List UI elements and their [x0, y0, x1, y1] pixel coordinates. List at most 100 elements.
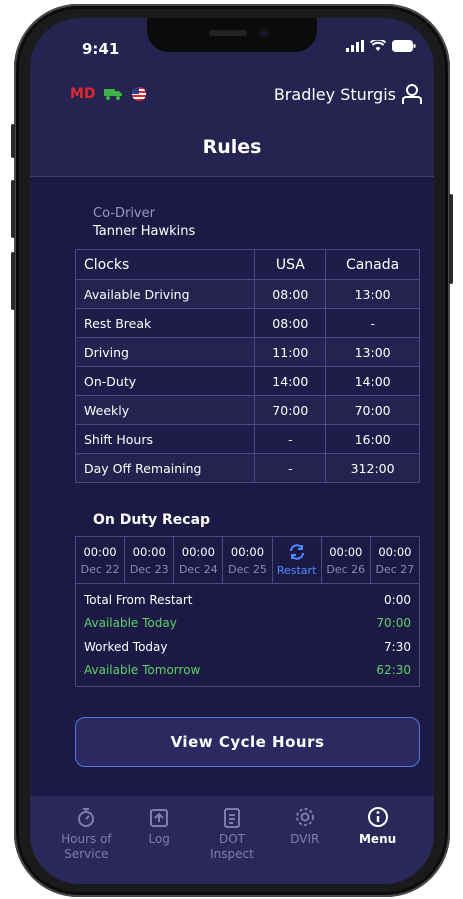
codriver-label: Co-Driver [93, 206, 155, 221]
usa-value: 08:00 [254, 308, 327, 338]
clock-name: Shift Hours [74, 424, 256, 454]
recap-panel: 00:00 Dec 22 00:00 Dec 23 00:00 Dec 24 0… [75, 536, 420, 687]
clock-name: Weekly [74, 395, 256, 425]
table-row: Driving 11:00 13:00 [74, 337, 420, 367]
battery-icon [392, 40, 416, 52]
canada-value: - [325, 308, 420, 338]
clock-name: Available Driving [74, 279, 256, 309]
top-bar: MD Bradley Sturgis [70, 80, 422, 108]
day-date: Dec 24 [178, 562, 218, 576]
notch [147, 18, 317, 52]
clock-name: On-Duty [74, 366, 256, 396]
day-hours: 00:00 [83, 544, 117, 559]
codriver-name: Tanner Hawkins [93, 224, 196, 239]
recap-day-restart[interactable]: Restart [273, 537, 322, 583]
user-icon[interactable] [402, 83, 422, 105]
table-header: Canada [325, 249, 420, 280]
volume-up-button [11, 180, 15, 238]
recap-day: 00:00 Dec 23 [125, 537, 175, 583]
signal-icon [346, 40, 364, 52]
table-row: Shift Hours - 16:00 [74, 424, 420, 454]
log-upload-icon [150, 809, 169, 827]
recap-day: 00:00 Dec 26 [322, 537, 371, 583]
canada-value: 13:00 [325, 337, 420, 367]
usa-value: 08:00 [254, 279, 327, 309]
day-hours: 00:00 [181, 544, 215, 559]
view-cycle-hours-button[interactable]: View Cycle Hours [75, 717, 420, 767]
total-row: Worked Today 7:30 [84, 635, 411, 659]
wifi-icon [370, 40, 386, 51]
nav-dvir[interactable]: DVIR [275, 806, 335, 884]
mute-switch [11, 124, 15, 158]
usa-value: - [254, 453, 327, 483]
total-row: Available Tomorrow 62:30 [84, 659, 411, 683]
stopwatch-icon [78, 808, 95, 827]
total-value: 70:00 [376, 616, 411, 631]
header: Rules [30, 118, 434, 177]
total-row: Available Today 70:00 [84, 612, 411, 636]
total-label: Total From Restart [84, 592, 193, 607]
day-date: Dec 26 [326, 562, 366, 576]
clipboard-icon [223, 808, 240, 828]
page-title: Rules [202, 136, 262, 158]
total-row: Total From Restart 0:00 [84, 588, 411, 612]
truck-icon [103, 89, 122, 100]
nav-label: Hours of Service [61, 832, 112, 861]
usa-value: - [254, 424, 327, 454]
canada-value: 13:00 [325, 279, 420, 309]
clocks-table: Clocks USA Canada Available Driving 08:0… [74, 249, 420, 483]
nav-label: Log [148, 832, 170, 846]
total-value: 0:00 [384, 592, 411, 607]
nav-log[interactable]: Log [129, 806, 189, 884]
restart-icon [289, 543, 304, 560]
day-date: Dec 23 [129, 562, 169, 576]
canada-value: 312:00 [325, 453, 420, 483]
us-flag-icon[interactable] [131, 87, 146, 101]
clock-name: Day Off Remaining [74, 453, 256, 483]
username: Bradley Sturgis [273, 84, 396, 104]
recap-day: 00:00 Dec 22 [76, 537, 126, 583]
nav-menu[interactable]: Menu [348, 806, 408, 884]
day-hours: 00:00 [230, 544, 265, 559]
table-row: On-Duty 14:00 14:00 [74, 366, 420, 396]
usa-value: 14:00 [254, 366, 327, 396]
nav-dot-inspect[interactable]: DOT Inspect [202, 806, 262, 884]
clock-name: Rest Break [74, 308, 256, 338]
day-date: Dec 22 [80, 562, 120, 576]
recap-day: 00:00 Dec 27 [371, 537, 419, 583]
canada-value: 14:00 [325, 366, 420, 396]
total-value: 7:30 [384, 639, 411, 654]
recap-days: 00:00 Dec 22 00:00 Dec 23 00:00 Dec 24 0… [76, 537, 419, 584]
canada-value: 70:00 [325, 395, 420, 425]
recap-title: On Duty Recap [93, 512, 211, 528]
table-header: USA [254, 249, 327, 280]
gear-icon [295, 808, 314, 826]
day-hours: 00:00 [378, 544, 412, 559]
day-hours: 00:00 [132, 544, 166, 559]
info-icon [367, 807, 388, 827]
app-screen: 9:41 MD Bradley Sturgis Rules Co-Driver … [30, 18, 434, 884]
restart-label: Restart [276, 563, 317, 577]
day-date: Dec 27 [375, 562, 415, 576]
total-label: Available Tomorrow [84, 663, 201, 678]
nav-label: DVIR [290, 832, 320, 846]
state-badge: MD [70, 86, 96, 102]
nav-hours-of-service[interactable]: Hours of Service [56, 806, 116, 884]
bottom-nav: Hours of Service Log DOT Inspect DVIR Me… [30, 796, 434, 884]
total-value: 62:30 [376, 663, 411, 678]
day-hours: 00:00 [329, 544, 363, 559]
table-row: Weekly 70:00 70:00 [74, 395, 420, 425]
table-header: Clocks [74, 249, 256, 280]
nav-label: Menu [358, 832, 397, 846]
day-date: Dec 25 [228, 562, 267, 576]
rules-content: Co-Driver Tanner Hawkins Clocks USA Cana… [30, 177, 434, 796]
recap-day: 00:00 Dec 24 [174, 537, 224, 583]
recap-day: 00:00 Dec 25 [223, 537, 273, 583]
clock-name: Driving [74, 337, 256, 367]
power-button [449, 194, 453, 284]
usa-value: 70:00 [254, 395, 327, 425]
table-row: Available Driving 08:00 13:00 [74, 279, 420, 309]
table-row: Day Off Remaining - 312:00 [74, 453, 420, 483]
table-header-row: Clocks USA Canada [74, 249, 420, 280]
table-row: Rest Break 08:00 - [74, 308, 420, 338]
